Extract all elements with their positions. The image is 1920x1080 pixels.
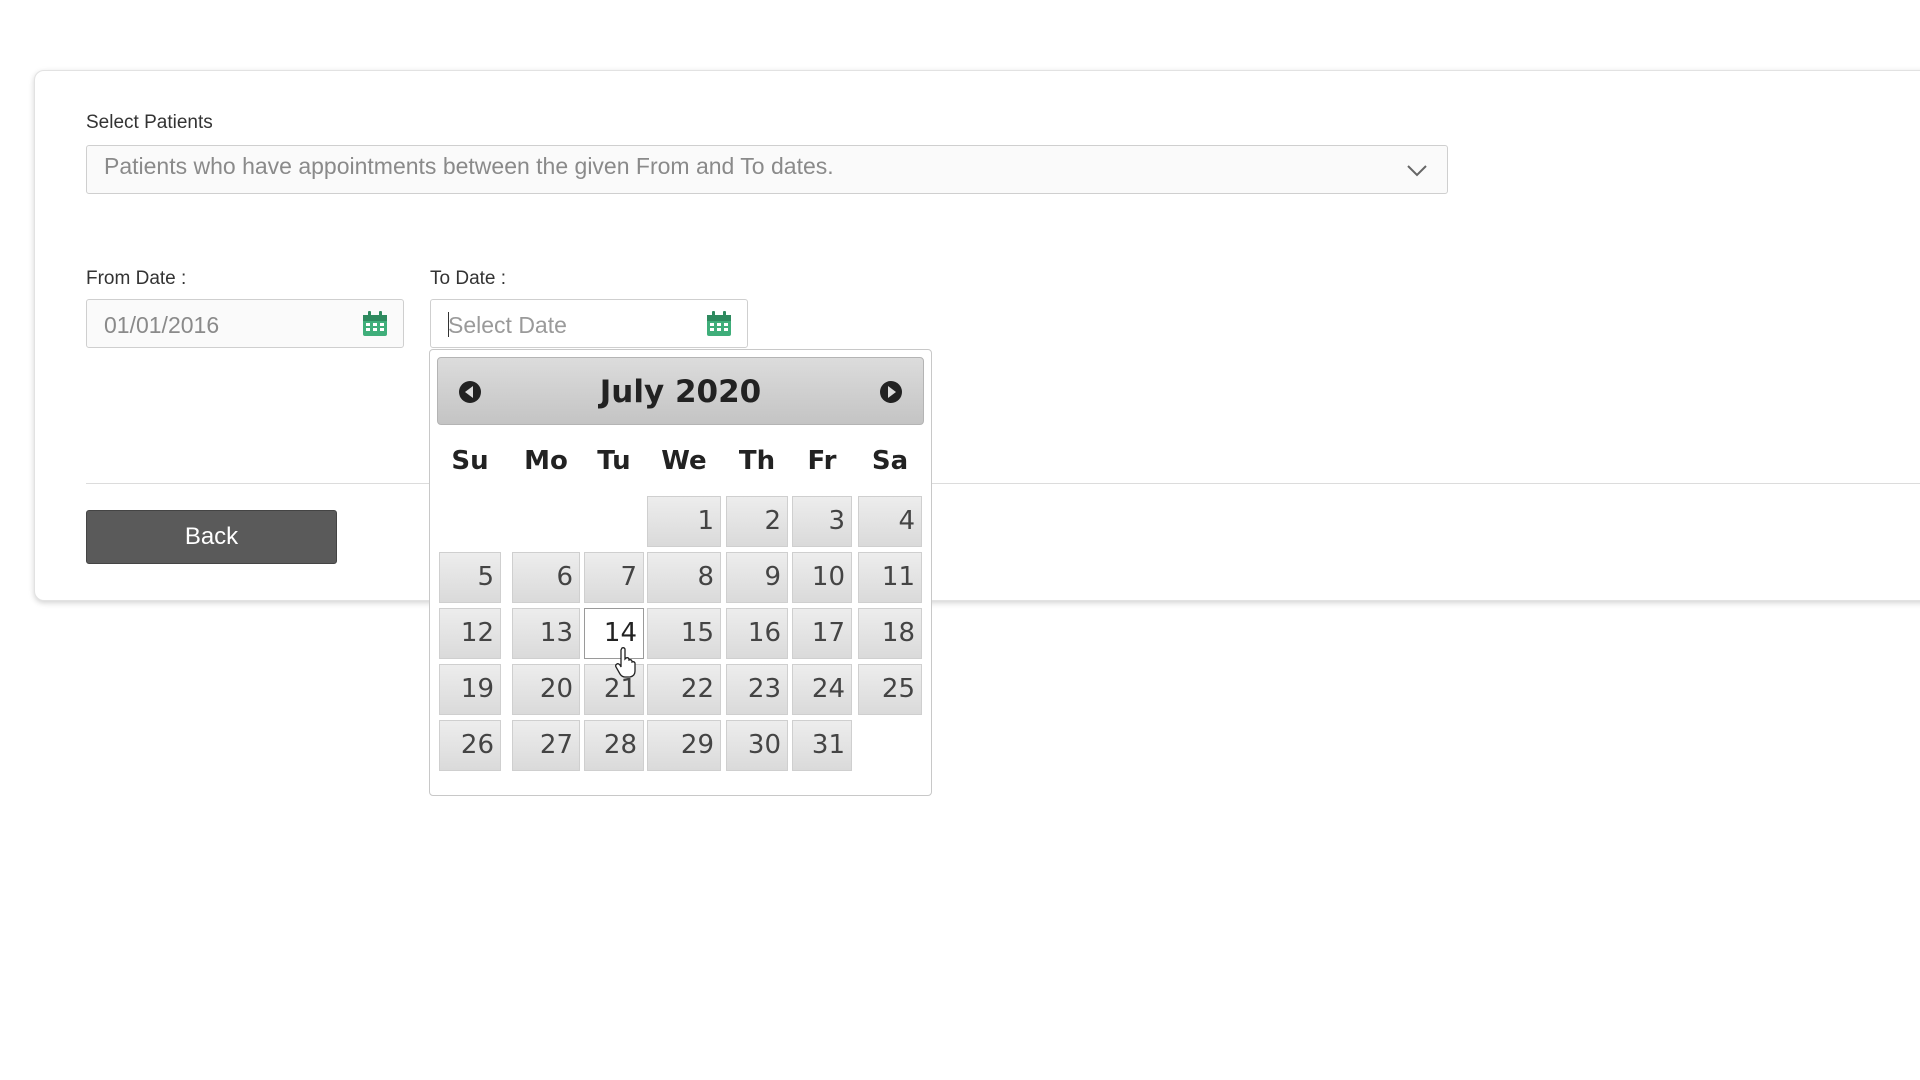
day-cell-19[interactable]: 19 bbox=[439, 664, 501, 715]
calendar-icon[interactable] bbox=[705, 310, 733, 338]
weekday-header-sa: Sa bbox=[871, 446, 909, 476]
weekday-header-su: Su bbox=[451, 446, 489, 476]
datepicker-header: July 2020 bbox=[437, 357, 924, 425]
day-cell-4[interactable]: 4 bbox=[858, 496, 922, 547]
day-cell-21[interactable]: 21 bbox=[584, 664, 644, 715]
day-cell-13[interactable]: 13 bbox=[512, 608, 580, 659]
day-cell-23[interactable]: 23 bbox=[726, 664, 788, 715]
day-cell-27[interactable]: 27 bbox=[512, 720, 580, 771]
day-cell-25[interactable]: 25 bbox=[858, 664, 922, 715]
day-cell-6[interactable]: 6 bbox=[512, 552, 580, 603]
day-cell-16[interactable]: 16 bbox=[726, 608, 788, 659]
day-cell-10[interactable]: 10 bbox=[792, 552, 852, 603]
weekday-header-we: We bbox=[661, 446, 707, 476]
day-cell-26[interactable]: 26 bbox=[439, 720, 501, 771]
day-cell-9[interactable]: 9 bbox=[726, 552, 788, 603]
day-cell-30[interactable]: 30 bbox=[726, 720, 788, 771]
weekday-header-mo: Mo bbox=[524, 446, 568, 476]
to-date-placeholder: Select Date bbox=[448, 312, 567, 338]
day-cell-2[interactable]: 2 bbox=[726, 496, 788, 547]
from-date-value: 01/01/2016 bbox=[104, 312, 220, 338]
select-patients-dropdown[interactable]: Patients who have appointments between t… bbox=[86, 145, 1448, 194]
day-cell-11[interactable]: 11 bbox=[858, 552, 922, 603]
day-cell-5[interactable]: 5 bbox=[439, 552, 501, 603]
datepicker-title: July 2020 bbox=[599, 374, 762, 410]
from-date-label: From Date : bbox=[86, 268, 187, 289]
weekday-header-tu: Tu bbox=[597, 446, 631, 476]
select-patients-value: Patients who have appointments between t… bbox=[104, 153, 834, 179]
day-cell-8[interactable]: 8 bbox=[647, 552, 721, 603]
day-cell-12[interactable]: 12 bbox=[439, 608, 501, 659]
weekday-header-fr: Fr bbox=[807, 446, 837, 476]
chevron-down-icon bbox=[1407, 165, 1427, 177]
weekday-header-th: Th bbox=[738, 446, 776, 476]
next-arrow-icon[interactable] bbox=[879, 380, 903, 404]
day-cell-31[interactable]: 31 bbox=[792, 720, 852, 771]
day-cell-14[interactable]: 14 bbox=[584, 608, 644, 659]
day-cell-20[interactable]: 20 bbox=[512, 664, 580, 715]
from-date-input[interactable]: 01/01/2016 bbox=[86, 299, 404, 348]
select-patients-label: Select Patients bbox=[86, 112, 213, 133]
datepicker-popup: July 2020 Su Mo Tu We Th Fr Sa 1 2 3 4 5 6 7 8 9 10 11 12 1… bbox=[429, 349, 932, 796]
calendar-icon[interactable] bbox=[361, 310, 389, 338]
text-caret bbox=[448, 312, 449, 337]
day-cell-1[interactable]: 1 bbox=[647, 496, 721, 547]
to-date-input[interactable]: Select Date bbox=[430, 299, 748, 348]
day-cell-28[interactable]: 28 bbox=[584, 720, 644, 771]
to-date-label: To Date : bbox=[430, 268, 507, 289]
day-cell-18[interactable]: 18 bbox=[858, 608, 922, 659]
day-cell-3[interactable]: 3 bbox=[792, 496, 852, 547]
back-button[interactable]: Back bbox=[86, 510, 337, 564]
form-divider bbox=[86, 483, 1920, 484]
day-cell-17[interactable]: 17 bbox=[792, 608, 852, 659]
day-cell-22[interactable]: 22 bbox=[647, 664, 721, 715]
day-cell-29[interactable]: 29 bbox=[647, 720, 721, 771]
day-cell-15[interactable]: 15 bbox=[647, 608, 721, 659]
day-cell-7[interactable]: 7 bbox=[584, 552, 644, 603]
day-cell-24[interactable]: 24 bbox=[792, 664, 852, 715]
